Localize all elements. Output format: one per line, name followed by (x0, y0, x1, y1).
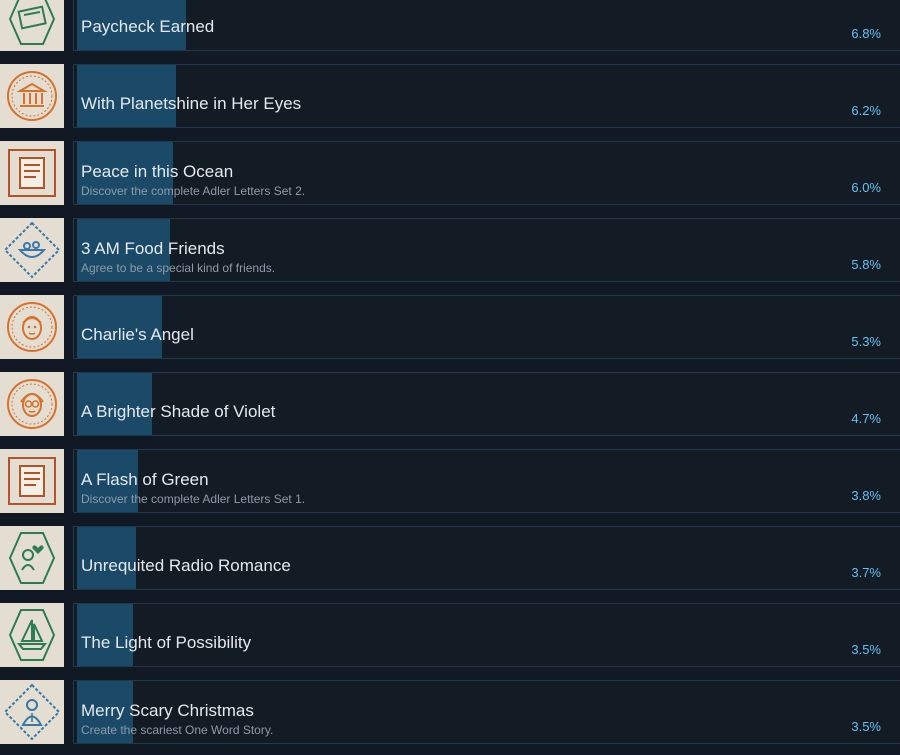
achievement-row[interactable]: Merry Scary Christmas Create the scariest… (0, 680, 900, 746)
achievement-row[interactable]: Charlie's Angel 5.3% (0, 295, 900, 361)
achievement-title: A Brighter Shade of Violet (81, 402, 276, 421)
achievement-description: Discover the complete Adler Letters Set … (81, 184, 306, 198)
achievement-panel: Unrequited Radio Romance 3.7% (73, 526, 900, 590)
achievement-title: 3 AM Food Friends (81, 239, 225, 258)
unlock-percentage: 6.8% (851, 26, 881, 41)
unlock-percentage: 3.7% (851, 565, 881, 580)
achievement-title: Peace in this Ocean (81, 162, 234, 181)
achievement-row[interactable]: Unrequited Radio Romance 3.7% (0, 526, 900, 592)
achievement-row[interactable]: With Planetshine in Her Eyes 6.2% (0, 64, 900, 130)
achievement-row[interactable]: Paycheck Earned 6.8% (0, 0, 900, 53)
achievement-list: Paycheck Earned 6.8% With Planetshine in H… (0, 0, 900, 755)
radio-romance-icon (0, 526, 64, 590)
achievement-row[interactable]: Peace in this Ocean Discover the complete… (0, 141, 900, 207)
achievement-panel: Peace in this Ocean Discover the complete… (73, 141, 900, 205)
unlock-percentage: 3.5% (851, 719, 881, 734)
achievement-title: A Flash of Green (81, 470, 209, 489)
achievement-panel: With Planetshine in Her Eyes 6.2% (73, 64, 900, 128)
achievement-panel: Charlie's Angel 5.3% (73, 295, 900, 359)
achievement-panel: A Brighter Shade of Violet 4.7% (73, 372, 900, 436)
achievement-row[interactable]: A Brighter Shade of Violet 4.7% (0, 372, 900, 438)
achievement-title: Merry Scary Christmas (81, 701, 254, 720)
achievement-title: Charlie's Angel (81, 325, 194, 344)
unlock-percentage: 6.0% (851, 180, 881, 195)
unlock-percentage: 6.2% (851, 103, 881, 118)
achievement-row[interactable]: The Light of Possibility 3.5% (0, 603, 900, 669)
achievement-title: With Planetshine in Her Eyes (81, 94, 302, 113)
achievement-description: Agree to be a special kind of friends. (81, 261, 276, 275)
achievement-panel: 3 AM Food Friends Agree to be a special k… (73, 218, 900, 282)
food-bowl-icon (0, 218, 64, 282)
achievement-panel: The Light of Possibility 3.5% (73, 603, 900, 667)
unlock-percentage: 5.8% (851, 257, 881, 272)
achievement-title: The Light of Possibility (81, 633, 252, 652)
face-portrait-icon (0, 295, 64, 359)
achievement-description: Create the scariest One Word Story. (81, 723, 274, 737)
face-glasses-icon (0, 372, 64, 436)
building-columns-icon (0, 64, 64, 128)
christmas-figure-icon (0, 680, 64, 744)
sailboat-icon (0, 603, 64, 667)
achievement-panel: A Flash of Green Discover the complete Ad… (73, 449, 900, 513)
achievement-panel: Merry Scary Christmas Create the scariest… (73, 680, 900, 744)
paycheck-envelope-icon (0, 0, 64, 51)
unlock-percentage: 3.5% (851, 642, 881, 657)
achievement-description: Discover the complete Adler Letters Set … (81, 492, 306, 506)
letter-document-icon (0, 449, 64, 513)
achievement-title: Paycheck Earned (81, 17, 215, 36)
achievement-row[interactable]: A Flash of Green Discover the complete Ad… (0, 449, 900, 515)
achievement-panel: Paycheck Earned 6.8% (73, 0, 900, 51)
achievement-title: Unrequited Radio Romance (81, 556, 291, 575)
unlock-percentage: 5.3% (851, 334, 881, 349)
unlock-percentage: 4.7% (851, 411, 881, 426)
unlock-percentage: 3.8% (851, 488, 881, 503)
letter-document-icon (0, 141, 64, 205)
achievement-row[interactable]: 3 AM Food Friends Agree to be a special k… (0, 218, 900, 284)
